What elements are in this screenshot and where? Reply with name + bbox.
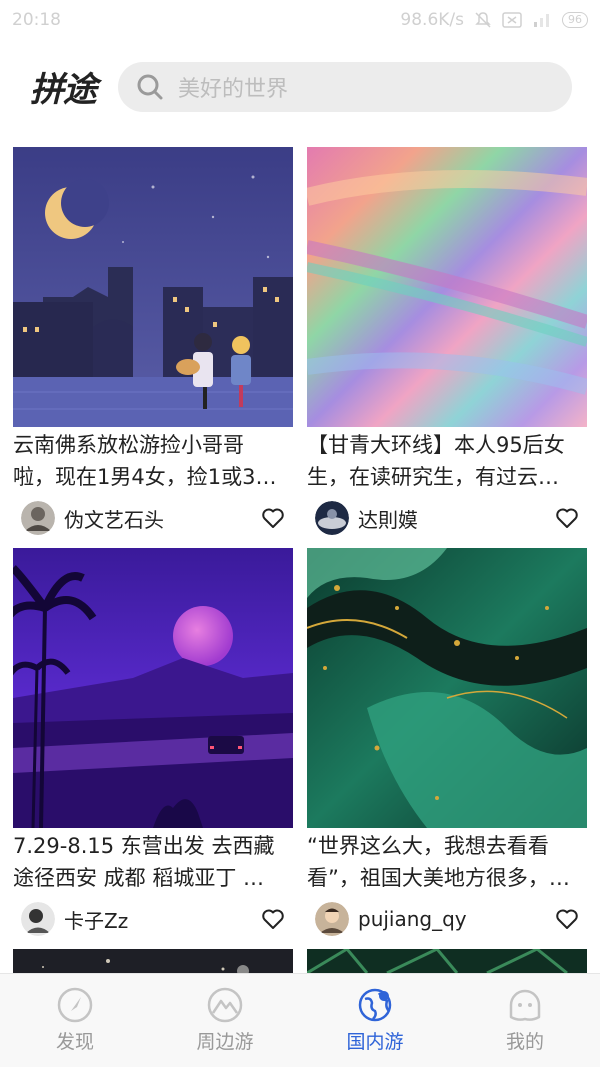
card-title-line: 7.29-8.15 东营出发 去西藏 — [13, 834, 275, 858]
search-icon — [137, 74, 163, 99]
cover-partial-image[interactable] — [13, 949, 293, 973]
cover-partial-image[interactable] — [307, 949, 587, 973]
heart-icon[interactable] — [261, 907, 285, 931]
card-title-line: 啦，现在1男4女，捡1或3… — [13, 465, 277, 489]
card-meta: 伪文艺石头 — [13, 493, 293, 543]
app-header: 拼途 美好的世界 — [0, 40, 600, 133]
card-title[interactable]: 7.29-8.15 东营出发 去西藏 途径西安 成都 稻城亚丁 … — [13, 830, 293, 894]
card-title[interactable]: 云南佛系放松游捡小哥哥 啦，现在1男4女，捡1或3… — [13, 429, 293, 493]
card-meta: 卡子Zz — [13, 894, 293, 944]
nav-label: 发现 — [55, 1031, 94, 1053]
nav-domestic[interactable]: 国内游 — [300, 974, 450, 1067]
card-title-line: 云南佛系放松游捡小哥哥 — [13, 433, 244, 457]
author-name[interactable]: 伪文艺石头 — [64, 504, 261, 533]
nav-label: 周边游 — [196, 1031, 254, 1053]
feed-card[interactable]: 云南佛系放松游捡小哥哥 啦，现在1男4女，捡1或3… 伪文艺石头 — [13, 147, 293, 543]
mountain-icon — [207, 987, 243, 1023]
signal-icon — [534, 14, 549, 27]
heart-icon[interactable] — [555, 907, 579, 931]
battery-badge: 96 — [562, 12, 588, 28]
nav-mine[interactable]: 我的 — [450, 974, 600, 1067]
avatar[interactable] — [315, 902, 349, 936]
face-icon — [509, 989, 541, 1021]
cover-green-marble-image[interactable] — [307, 548, 587, 828]
cover-night-city-image[interactable] — [13, 147, 293, 427]
avatar[interactable] — [21, 902, 55, 936]
cover-purple-night-image[interactable] — [13, 548, 293, 828]
compass-icon — [57, 987, 93, 1023]
mute-icon — [475, 12, 491, 28]
cover-holographic-image[interactable] — [307, 147, 587, 427]
author-name[interactable]: pujiang_qy — [358, 907, 555, 931]
author-name[interactable]: 达則嫫 — [358, 504, 555, 533]
card-meta: 达則嫫 — [307, 493, 587, 543]
feed-card[interactable]: 【甘青大环线】本人95后女 生，在读研究生，有过云… 达則嫫 — [307, 147, 587, 543]
card-title-line: 途径西安 成都 稻城亚丁 … — [13, 866, 265, 890]
sim-icon — [502, 12, 522, 28]
app-logo: 拼途 — [30, 70, 97, 110]
card-title-line: 生，在读研究生，有过云… — [307, 465, 559, 489]
avatar[interactable] — [21, 501, 55, 535]
status-right: 98.6K/s 96 — [400, 10, 588, 30]
nav-nearby[interactable]: 周边游 — [150, 974, 300, 1067]
nav-label: 我的 — [505, 1031, 544, 1053]
status-bar: 20:18 98.6K/s 96 — [0, 0, 600, 40]
feed-card[interactable] — [13, 949, 293, 973]
nav-label: 国内游 — [346, 1031, 404, 1053]
card-title[interactable]: “世界这么大，我想去看看 看”，祖国大美地方很多，… — [307, 830, 587, 894]
card-meta: pujiang_qy — [307, 894, 587, 944]
card-title-line: “世界这么大，我想去看看 — [307, 834, 549, 858]
feed-grid: 云南佛系放松游捡小哥哥 啦，现在1男4女，捡1或3… 伪文艺石头 【甘青大环线】… — [0, 133, 600, 973]
card-title-line: 【甘青大环线】本人95后女 — [307, 433, 565, 457]
card-title-line: 看”，祖国大美地方很多，… — [307, 866, 570, 890]
bottom-nav: 发现 周边游 国内游 我的 — [0, 973, 600, 1067]
search-placeholder: 美好的世界 — [178, 76, 289, 102]
feed-card[interactable]: 7.29-8.15 东营出发 去西藏 途径西安 成都 稻城亚丁 … 卡子Zz — [13, 548, 293, 944]
globe-icon — [358, 988, 392, 1022]
feed-card[interactable]: “世界这么大，我想去看看 看”，祖国大美地方很多，… pujiang_qy — [307, 548, 587, 944]
heart-icon[interactable] — [261, 506, 285, 530]
author-name[interactable]: 卡子Zz — [64, 905, 261, 934]
avatar[interactable] — [315, 501, 349, 535]
search-bar[interactable]: 美好的世界 — [118, 61, 572, 112]
feed-card[interactable] — [307, 949, 587, 973]
heart-icon[interactable] — [555, 506, 579, 530]
status-time: 20:18 — [12, 10, 61, 30]
card-title[interactable]: 【甘青大环线】本人95后女 生，在读研究生，有过云… — [307, 429, 587, 493]
network-speed: 98.6K/s — [400, 10, 464, 30]
nav-discover[interactable]: 发现 — [0, 974, 150, 1067]
